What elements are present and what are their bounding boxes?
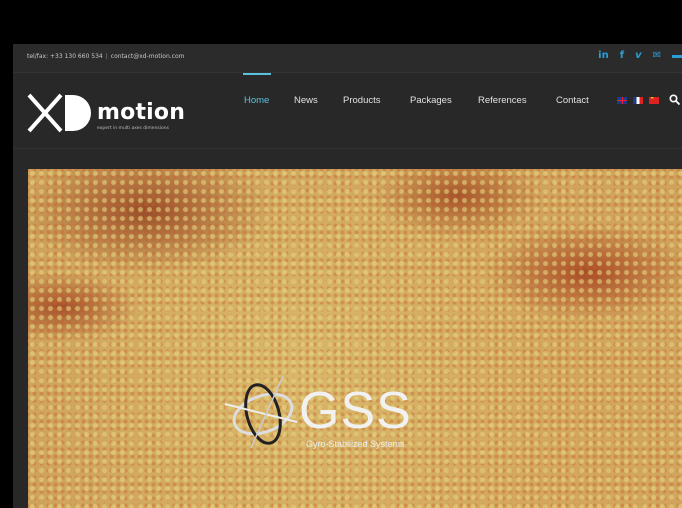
site-logo[interactable]: motion expert in multi axes dimensions <box>27 91 187 135</box>
flag-cn-icon[interactable] <box>649 97 659 104</box>
gss-logo: GSS Gyro-Stabilized Systems <box>221 375 461 459</box>
phone-text: tel/fax: +33 130 660 534 <box>27 53 103 60</box>
menu-bar-icon[interactable] <box>672 54 682 58</box>
magnifier-icon <box>669 94 681 106</box>
facebook-icon[interactable]: f <box>620 50 624 62</box>
nav-products[interactable]: Products <box>343 95 381 106</box>
hero-banner: GSS Gyro-Stabilized Systems <box>28 169 682 508</box>
search-icon[interactable] <box>669 94 681 108</box>
website: tel/fax: +33 130 660 534 | contact@xd-moti… <box>13 44 682 508</box>
contact-line: tel/fax: +33 130 660 534 | contact@xd-moti… <box>27 53 185 60</box>
linkedin-icon[interactable]: in <box>598 50 609 62</box>
top-bar: tel/fax: +33 130 660 534 | contact@xd-moti… <box>13 44 682 73</box>
nav-references[interactable]: References <box>478 95 527 106</box>
gyro-emblem-icon <box>224 375 298 449</box>
logo-wordmark: motion <box>97 100 186 125</box>
flag-fr-icon[interactable] <box>633 97 643 104</box>
gss-subtitle: Gyro-Stabilized Systems <box>306 439 405 449</box>
logo-tagline: expert in multi axes dimensions <box>97 126 169 131</box>
nav-news[interactable]: News <box>294 95 318 106</box>
flag-uk-icon[interactable] <box>617 97 627 104</box>
gss-wordmark: GSS <box>299 382 412 440</box>
email-link[interactable]: contact@xd-motion.com <box>111 53 185 60</box>
header: motion expert in multi axes dimensions H… <box>13 73 682 149</box>
nav-contact[interactable]: Contact <box>556 95 589 106</box>
active-nav-indicator <box>243 73 271 75</box>
language-switcher <box>617 97 659 104</box>
vimeo-icon[interactable]: v <box>635 50 642 62</box>
xd-logo-icon <box>27 93 91 133</box>
separator: | <box>105 53 108 60</box>
nav-packages[interactable]: Packages <box>410 95 452 106</box>
mail-icon[interactable]: ✉ <box>653 50 661 62</box>
nav-home[interactable]: Home <box>244 95 269 106</box>
social-links: in f v ✉ <box>598 50 682 62</box>
